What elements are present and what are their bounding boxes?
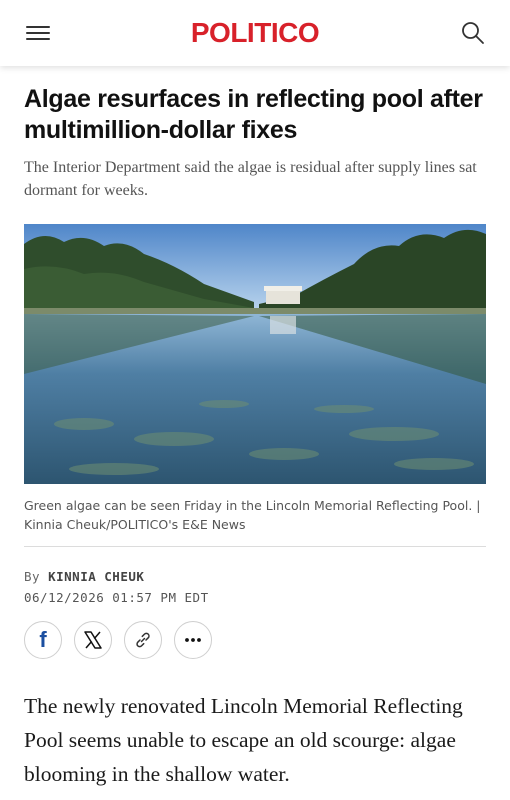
article-photo[interactable] [24,224,486,484]
article-body-paragraph: The newly renovated Lincoln Memorial Ref… [24,694,463,786]
facebook-icon: f [39,627,47,652]
menu-line [26,26,50,28]
search-icon[interactable] [460,20,486,46]
site-logo[interactable]: POLITICO [191,19,320,47]
article-headline: Algae resurfaces in reflecting pool afte… [24,85,483,144]
x-share-button[interactable] [74,621,112,659]
top-nav-bar: POLITICO [0,0,510,66]
menu-line [26,32,50,34]
link-icon [136,632,150,648]
article: Algae resurfaces in reflecting pool afte… [24,84,486,791]
article-dek: The Interior Department said the algae i… [24,159,477,199]
author-link[interactable]: KINNIA CHEUK [48,569,144,584]
byline-prefix: By [24,569,41,584]
byline: By KINNIA CHEUK [24,569,486,584]
menu-line [26,38,50,40]
photo-caption: Green algae can be seen Friday in the Li… [24,496,486,547]
more-share-button[interactable] [174,621,212,659]
publish-date: 06/12/2026 01:57 PM EDT [24,590,209,605]
more-icon [185,638,201,642]
facebook-share-button[interactable]: f [24,621,62,659]
share-bar: f [24,621,486,659]
copy-link-button[interactable] [124,621,162,659]
hamburger-menu-icon[interactable] [26,23,50,43]
x-icon [84,631,102,649]
